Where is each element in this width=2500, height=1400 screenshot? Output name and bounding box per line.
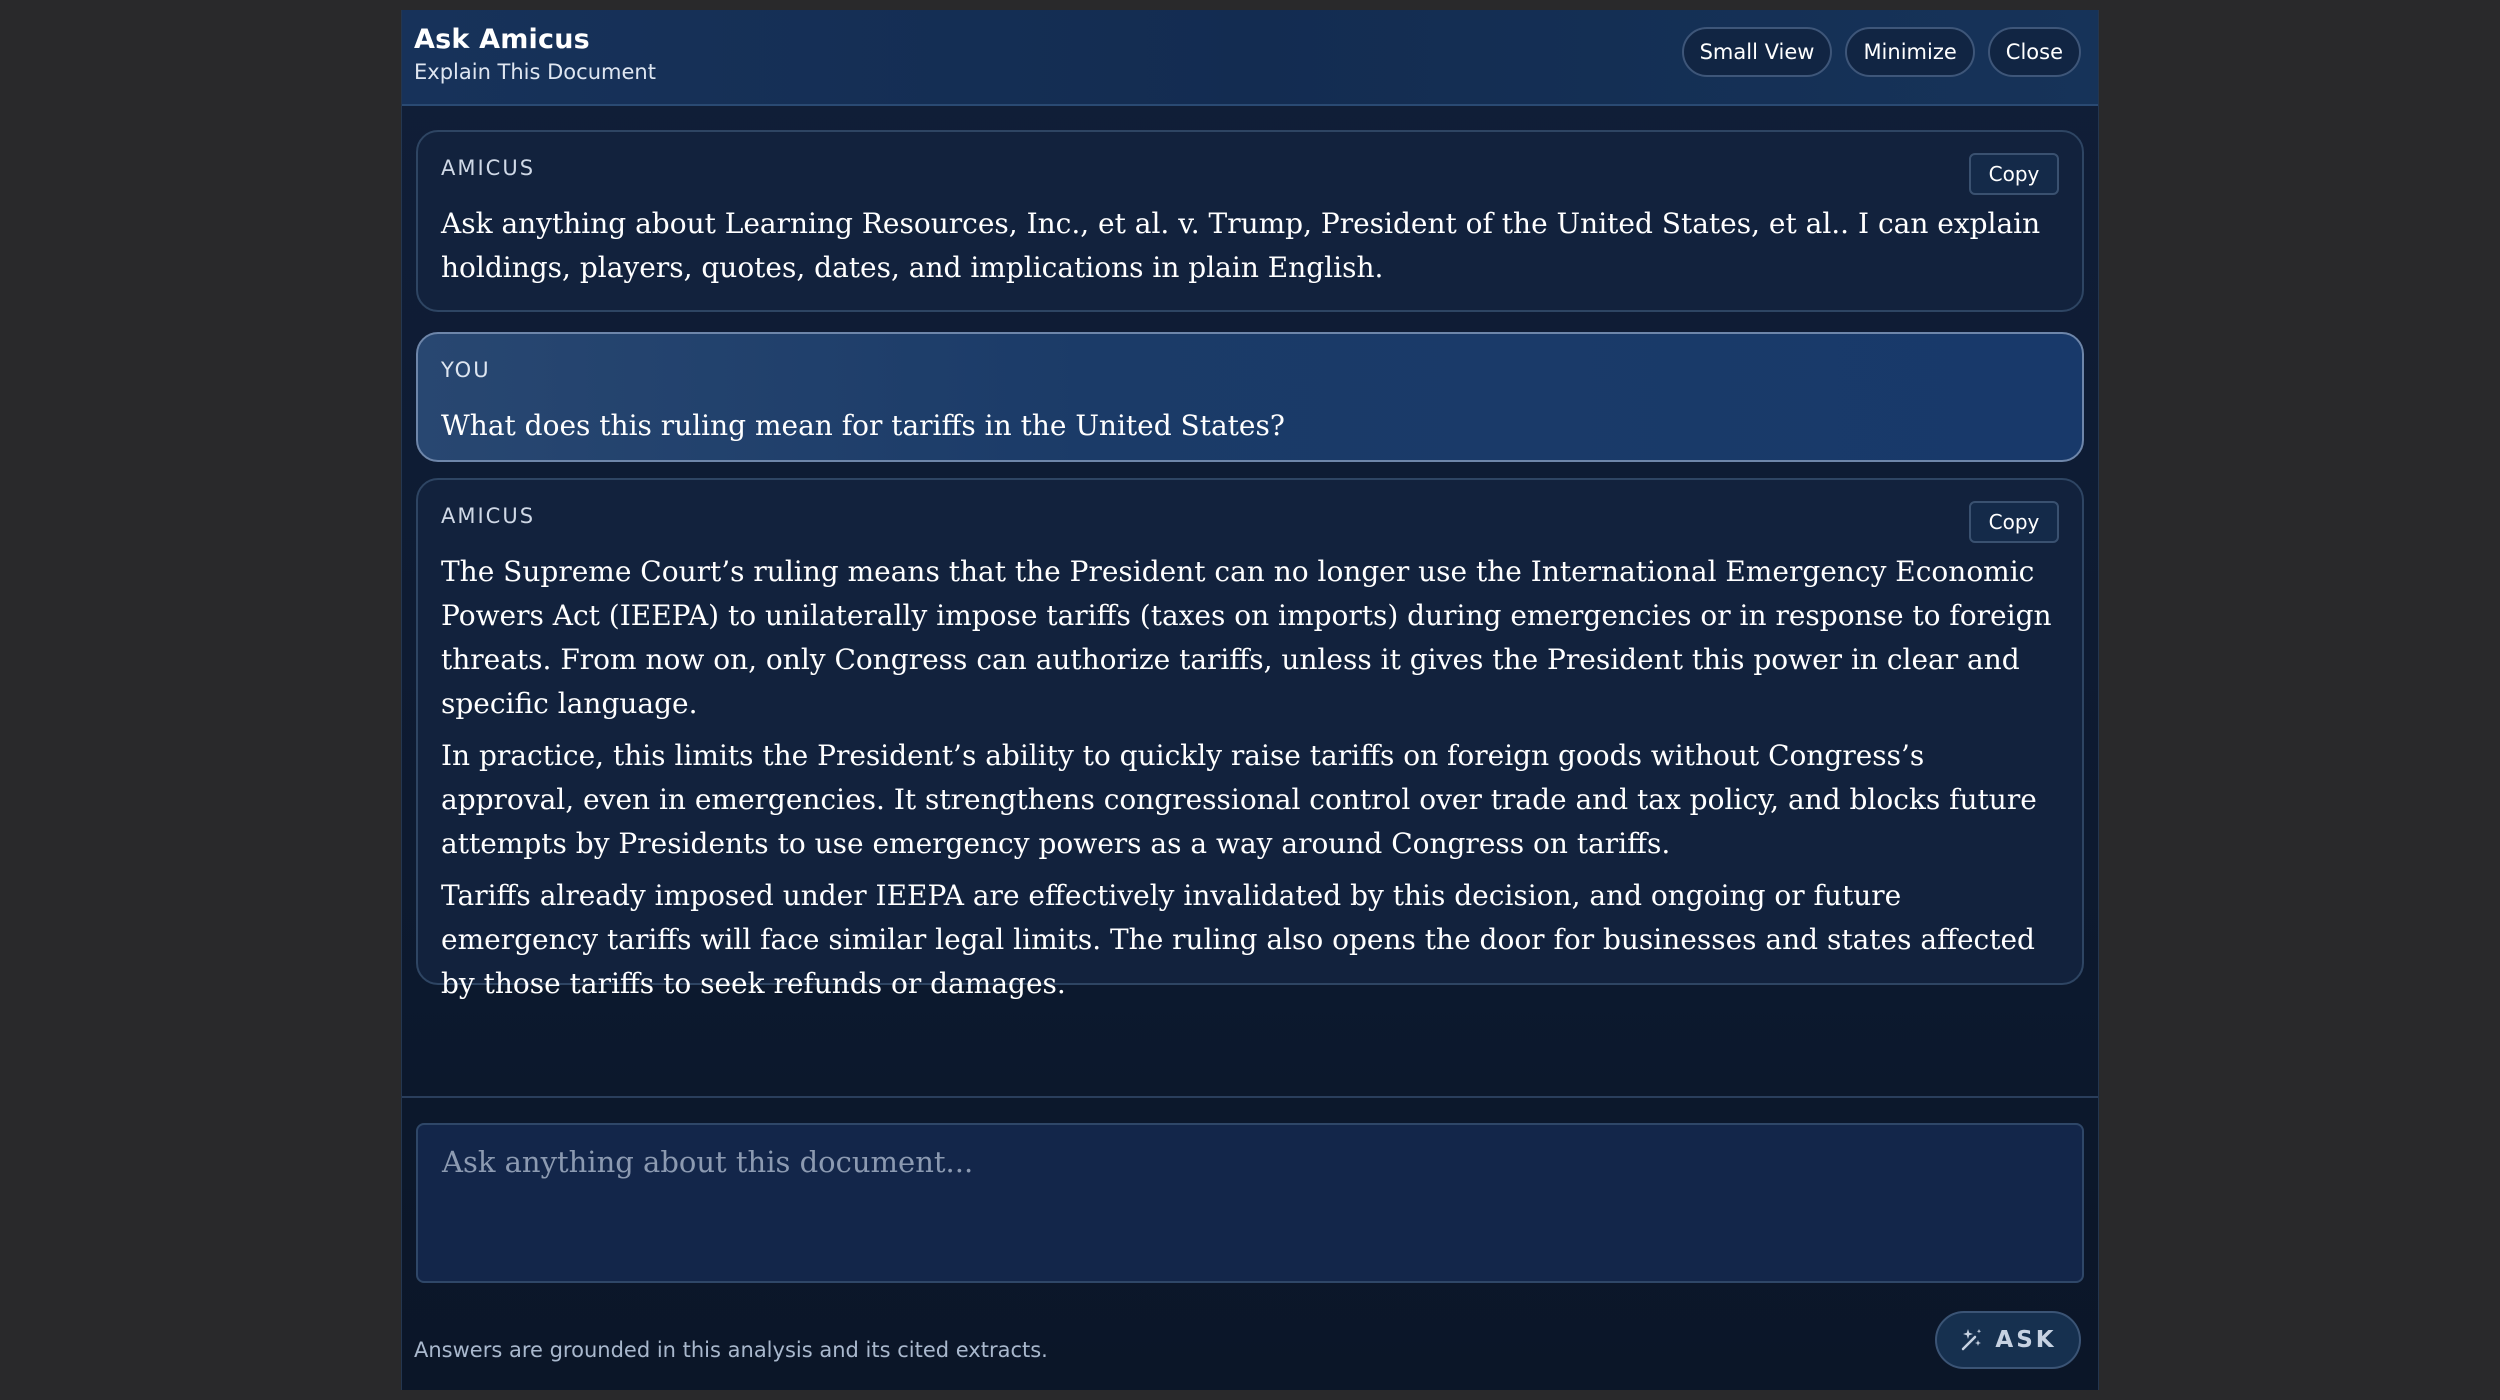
message-text: What does this ruling mean for tariffs i… <box>441 409 1285 442</box>
message-text: The Supreme Court’s ruling means that th… <box>441 550 2060 1014</box>
grounding-note: Answers are grounded in this analysis an… <box>414 1338 1048 1362</box>
small-view-button[interactable]: Small View <box>1681 27 1833 77</box>
copy-button[interactable]: Copy <box>1969 501 2059 543</box>
sparkle-wand-icon <box>1959 1327 1985 1353</box>
header-buttons: Small View Minimize Close <box>1681 27 2081 77</box>
ask-button[interactable]: ASK <box>1935 1311 2081 1369</box>
panel-header: Ask Amicus Explain This Document Small V… <box>402 10 2098 106</box>
assistant-message: AMICUS Copy The Supreme Court’s ruling m… <box>416 478 2084 1000</box>
message-paragraph: Tariffs already imposed under IEEPA are … <box>441 879 2035 1000</box>
minimize-button[interactable]: Minimize <box>1845 27 1975 77</box>
assistant-message: AMICUS Copy Ask anything about Learning … <box>416 130 2084 312</box>
composer-divider <box>402 1096 2098 1098</box>
ask-button-label: ASK <box>1995 1327 2057 1353</box>
panel-title: Ask Amicus <box>414 24 590 55</box>
message-role-label: AMICUS <box>441 156 536 180</box>
ask-amicus-panel: Ask Amicus Explain This Document Small V… <box>401 10 2099 1390</box>
user-message: YOU What does this ruling mean for tarif… <box>416 332 2084 462</box>
message-role-label: AMICUS <box>441 504 536 528</box>
close-button[interactable]: Close <box>1987 27 2081 77</box>
copy-button[interactable]: Copy <box>1969 153 2059 195</box>
message-role-label: YOU <box>441 358 491 382</box>
message-text: Ask anything about Learning Resources, I… <box>441 207 2041 284</box>
message-paragraph: The Supreme Court’s ruling means that th… <box>441 555 2052 720</box>
message-paragraph: In practice, this limits the President’s… <box>441 739 2037 860</box>
panel-subtitle: Explain This Document <box>414 60 656 84</box>
question-input[interactable] <box>416 1123 2084 1283</box>
